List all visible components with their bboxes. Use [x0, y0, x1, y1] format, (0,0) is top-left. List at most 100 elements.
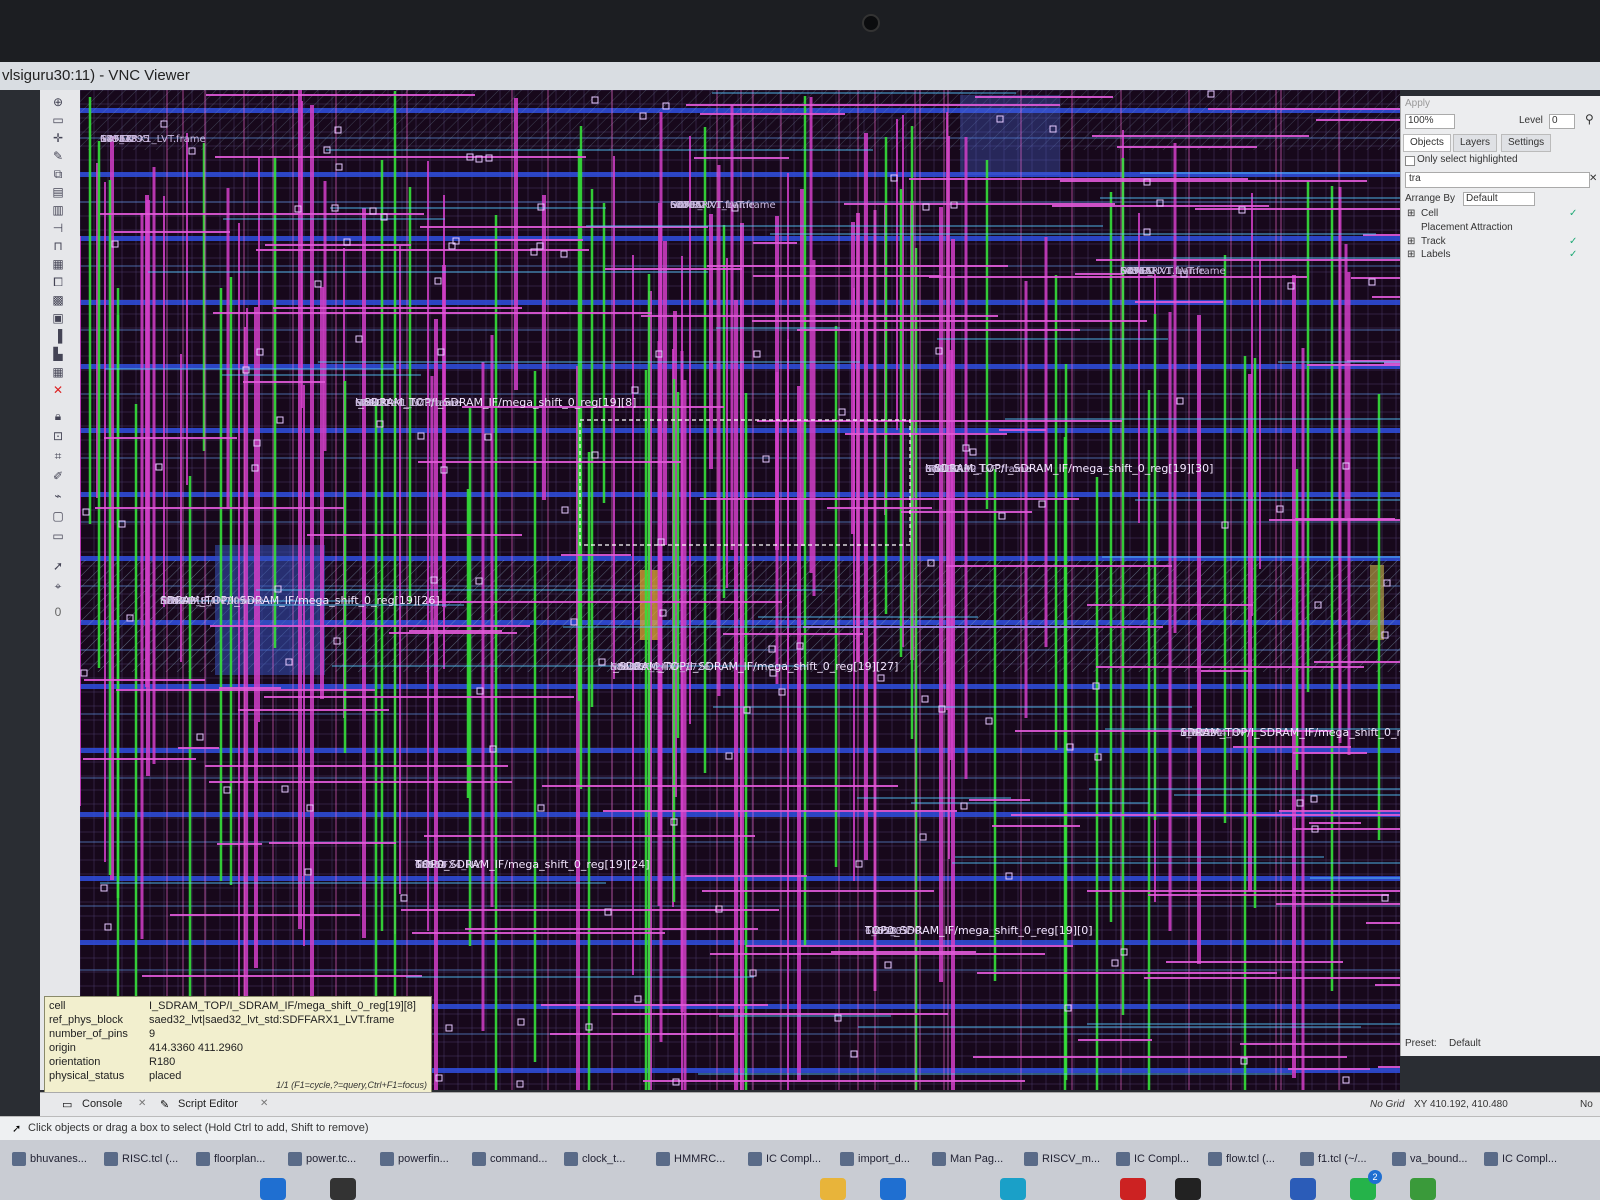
taskbar-item[interactable]: IC Compl...	[744, 1148, 821, 1170]
via	[434, 277, 442, 285]
tree-item-track[interactable]: Track	[1421, 236, 1446, 247]
apply-button[interactable]: Apply	[1405, 98, 1430, 109]
highlight-icon[interactable]: ▣	[50, 312, 66, 324]
arrange-select[interactable]: Default	[1463, 192, 1535, 206]
taskbar-item[interactable]: f1.tcl (~/...	[1296, 1148, 1367, 1170]
tab-layers[interactable]: Layers	[1453, 134, 1498, 152]
tab-script-editor[interactable]: Script Editor	[178, 1098, 238, 1110]
taskbar-item[interactable]: powerfin...	[376, 1148, 449, 1170]
edge-icon[interactable]	[1000, 1178, 1026, 1200]
tree-expand-icon[interactable]: ⊞	[1407, 236, 1415, 247]
taskbar-item[interactable]: power.tc...	[284, 1148, 356, 1170]
info-key: orientation	[49, 1056, 101, 1068]
labels-visible-check[interactable]: ✓	[1569, 249, 1577, 260]
taskbar-item[interactable]: Man Pag...	[928, 1148, 1003, 1170]
cursor-coordinates: XY 410.192, 410.480	[1414, 1099, 1508, 1110]
clear-filter-icon[interactable]: ✕	[1589, 173, 1597, 184]
via	[1176, 397, 1184, 405]
lock-icon[interactable]: 🔒︎	[50, 410, 66, 422]
frame-icon[interactable]: ▢	[50, 510, 66, 522]
grid-icon[interactable]: ▩	[50, 294, 66, 306]
vnc-icon[interactable]	[880, 1178, 906, 1200]
brush-icon[interactable]: ⌁	[50, 490, 66, 502]
select-icon[interactable]: ▭	[50, 114, 66, 126]
measure-icon[interactable]: ⊣	[50, 222, 66, 234]
tab-settings[interactable]: Settings	[1501, 134, 1552, 152]
filter-input[interactable]: tra	[1405, 172, 1590, 188]
cell-visible-check[interactable]: ✓	[1569, 208, 1577, 219]
tab-console[interactable]: Console	[82, 1098, 122, 1110]
vim-icon[interactable]	[1410, 1178, 1436, 1200]
bar-icon[interactable]: ▐	[50, 330, 66, 342]
stack-icon[interactable]: ▦	[50, 258, 66, 270]
move-icon[interactable]: ✛	[50, 132, 66, 144]
tree-item-cell[interactable]: Cell	[1421, 208, 1438, 219]
taskbar-item[interactable]: bhuvanes...	[8, 1148, 87, 1170]
arrange-label: Arrange By	[1405, 193, 1456, 204]
close-script-editor-icon[interactable]: ✕	[260, 1098, 268, 1109]
taskbar-item[interactable]: import_d...	[836, 1148, 910, 1170]
pointer-icon[interactable]: ⌖	[50, 580, 66, 592]
tree-expand-icon[interactable]: ⊞	[1407, 249, 1415, 260]
ruler-icon[interactable]: ▥	[50, 204, 66, 216]
level-spinner[interactable]: 0	[1549, 114, 1575, 129]
split-icon[interactable]: ⊓	[50, 240, 66, 252]
taskbar-item[interactable]: floorplan...	[192, 1148, 265, 1170]
preset-value[interactable]: Default	[1449, 1038, 1481, 1049]
track-visible-check[interactable]: ✓	[1569, 236, 1577, 247]
chart-icon[interactable]: ▙	[50, 348, 66, 360]
windows-icon[interactable]	[260, 1178, 286, 1200]
via	[884, 961, 892, 969]
snap-icon[interactable]: ⌗	[50, 450, 66, 462]
pencil-icon[interactable]: ✐	[50, 470, 66, 482]
align-icon[interactable]: ▤	[50, 186, 66, 198]
taskbar-item[interactable]: IC Compl...	[1112, 1148, 1189, 1170]
taskbar-item[interactable]: va_bound...	[1388, 1148, 1468, 1170]
delete-icon[interactable]: ✕	[50, 384, 66, 396]
arrow-icon[interactable]: ➚	[50, 560, 66, 572]
via	[855, 860, 863, 868]
tree-item-placement[interactable]: Placement Attraction	[1421, 222, 1513, 233]
folder-icon[interactable]	[820, 1178, 846, 1200]
search-icon[interactable]	[330, 1178, 356, 1200]
grid-status: No Grid	[1370, 1099, 1405, 1110]
layout-canvas[interactable]: NAND2 NAND2 NAND2 NAND2 NAND2 NAND2 NAND2 NAND2…	[80, 90, 1400, 1090]
info-key: cell	[49, 1000, 66, 1012]
taskbar-item[interactable]: command...	[468, 1148, 547, 1170]
taskbar-item[interactable]: RISCV_m...	[1020, 1148, 1100, 1170]
cell-label: DCAP_HVT.frame	[1120, 266, 1205, 277]
taskbar-item[interactable]: HMMRC...	[652, 1148, 725, 1170]
pin-icon[interactable]: ⚲	[1585, 112, 1594, 126]
tree-item-labels[interactable]: Labels	[1421, 249, 1450, 260]
info-key: ref_phys_block	[49, 1014, 123, 1026]
box-icon[interactable]: ▭	[50, 530, 66, 542]
via	[1111, 959, 1119, 967]
taskbar-item[interactable]: RISC.tcl (...	[100, 1148, 178, 1170]
object-browser-panel: Apply 100% Level 0 ⚲ Objects Layers Sett…	[1400, 96, 1600, 1056]
zoom-icon[interactable]: ⊕	[50, 96, 66, 108]
close-console-icon[interactable]: ✕	[138, 1098, 146, 1109]
taskbar-item[interactable]: clock_t...	[560, 1148, 625, 1170]
taskbar-item[interactable]: IC Compl...	[1480, 1148, 1557, 1170]
info-row: physical_status placed	[49, 1070, 181, 1082]
dell-icon[interactable]	[1175, 1178, 1201, 1200]
edit-icon[interactable]: ✎	[50, 150, 66, 162]
tree-expand-icon[interactable]: ⊞	[1407, 208, 1415, 219]
via	[919, 833, 927, 841]
copy-icon[interactable]: ⧉	[50, 168, 66, 180]
layout-svg[interactable]: NAND2NAND2NAND2NAND2NAND2NAND2NAND2NAND2…	[80, 90, 1400, 1090]
taskbar-item[interactable]: flow.tcl (...	[1204, 1148, 1275, 1170]
info-key: number_of_pins	[49, 1028, 128, 1040]
preset-label: Preset:	[1405, 1038, 1437, 1049]
only-select-checkbox[interactable]	[1405, 156, 1415, 166]
word-icon[interactable]	[1290, 1178, 1316, 1200]
title-bar: vlsiguru30:11) - VNC Viewer	[0, 62, 1600, 90]
info-note: 1/1 (F1=cycle,?=query,Ctrl+F1=focus)	[276, 1080, 427, 1090]
mail-icon[interactable]	[1120, 1178, 1146, 1200]
unlock-icon[interactable]: ⊡	[50, 430, 66, 442]
table-icon[interactable]: ▦	[50, 366, 66, 378]
blue-blockage	[960, 95, 1060, 175]
tab-objects[interactable]: Objects	[1403, 134, 1451, 152]
zoom-select[interactable]: 100%	[1405, 114, 1455, 129]
group-icon[interactable]: ⧠	[50, 276, 66, 288]
